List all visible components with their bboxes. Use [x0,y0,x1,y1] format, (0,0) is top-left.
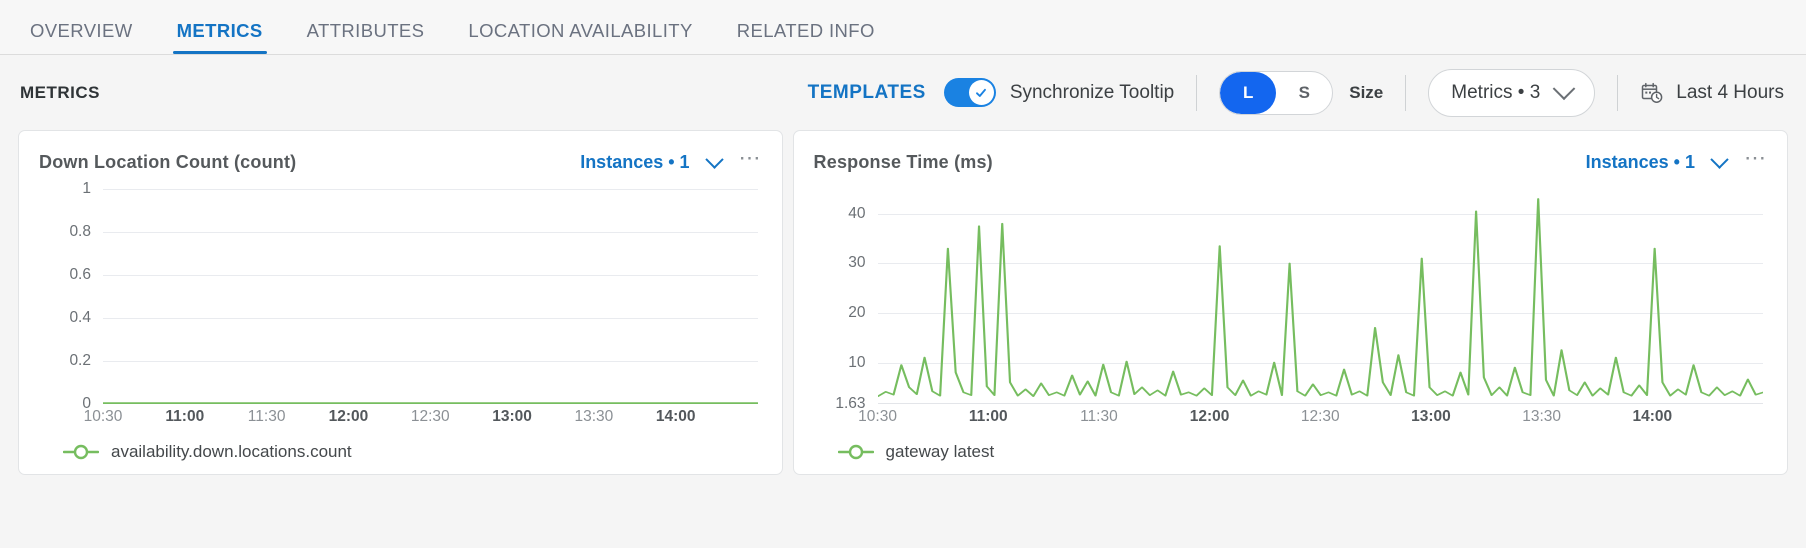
tab-label: RELATED INFO [736,19,875,41]
tab-label: ATTRIBUTES [306,19,425,41]
card-header: Down Location Count (count) Instances • … [39,147,762,175]
x-tick-label: 11:30 [247,408,286,425]
x-tick-label: 13:00 [1411,408,1451,425]
x-tick-label: 11:00 [165,408,205,425]
metrics-toolbar: METRICS TEMPLATES Synchronize Tooltip L … [0,55,1806,130]
card-header: Response Time (ms) Instances • 1 ⋯ [813,147,1767,175]
chart-svg-1 [103,402,758,404]
x-axis-labels-1: 10:30 11:00 11:30 12:00 12:30 13:00 13:30 14:00 [84,404,758,430]
x-tick-label: 10:30 [83,408,123,425]
tab-label: OVERVIEW [30,19,133,41]
x-tick-label: 12:00 [328,408,369,425]
chart-plot-area-1: 1 0.8 0.6 0.4 0.2 0 [39,180,762,412]
card-header-actions: Instances • 1 ⋯ [1586,147,1767,173]
legend-label: availability.down.locations.count [111,442,352,461]
metrics-page: OVERVIEW METRICS ATTRIBUTES LOCATION AVA… [0,0,1806,548]
y-tick-label: 0.8 [69,223,91,240]
toolbar-divider-1 [1196,74,1198,111]
line-circle-icon [837,444,874,460]
y-axis-labels-1: 1 0.8 0.6 0.4 0.2 0 [39,180,99,412]
page-title: METRICS [20,82,100,102]
chart-title: Down Location Count (count) [39,151,297,172]
x-tick-label: 10:30 [858,408,897,425]
tab-label: METRICS [176,19,263,41]
x-axis-labels-2: 10:30 11:00 11:30 12:00 12:30 13:00 13:30 14:00 [858,404,1763,430]
chevron-down-icon[interactable] [1710,149,1729,169]
chart-card-response-time: Response Time (ms) Instances • 1 ⋯ 40 30 2… [792,130,1788,475]
tab-related-info[interactable]: RELATED INFO [715,19,897,55]
toolbar-controls: TEMPLATES Synchronize Tooltip L S Size M… [808,68,1784,117]
instances-selector[interactable]: Instances • 1 [1586,152,1695,173]
tab-metrics[interactable]: METRICS [155,19,285,55]
size-option-large[interactable]: L [1220,71,1277,114]
x-tick-label: 13:00 [492,408,532,425]
y-tick-label: 0.6 [69,266,91,283]
tab-bar: OVERVIEW METRICS ATTRIBUTES LOCATION AVA… [0,0,1806,55]
y-tick-label: 0.2 [69,352,91,369]
x-tick-label: 14:00 [655,408,696,425]
chart-overflow-menu-button[interactable]: ⋯ [739,147,762,171]
chart-series-container-1 [103,189,758,404]
y-axis-labels-2: 40 30 20 10 1.63 [814,189,874,412]
tab-location-availability[interactable]: LOCATION AVAILABILITY [446,19,714,55]
time-range-label: Last 4 Hours [1676,81,1784,103]
y-tick-label: 30 [848,254,866,272]
chart-grid-2 [877,189,1763,404]
chart-svg-2 [877,198,1763,397]
tab-attributes[interactable]: ATTRIBUTES [285,19,447,55]
size-option-small[interactable]: S [1276,72,1332,114]
calendar-clock-icon [1642,82,1663,103]
toolbar-divider-3 [1617,74,1619,111]
legend-label: gateway latest [885,442,995,461]
tab-overview[interactable]: OVERVIEW [8,19,155,55]
size-caption: Size [1349,82,1384,102]
y-tick-label: 40 [848,204,866,222]
y-tick-label: 1 [82,180,91,197]
y-tick-label: 0.4 [69,309,91,326]
x-tick-label: 12:30 [410,408,450,425]
metrics-dropdown-label: Metrics • 3 [1451,81,1541,103]
y-tick-label: 20 [848,303,866,321]
x-tick-label: 11:00 [968,408,1008,425]
chart-grid-1 [103,189,758,404]
synchronize-tooltip-label: Synchronize Tooltip [1009,81,1175,103]
card-header-actions: Instances • 1 ⋯ [580,147,762,173]
instances-label: Instances • 1 [580,151,690,172]
toggle-knob [968,80,994,105]
size-segmented-control[interactable]: L S [1219,70,1334,115]
metrics-dropdown[interactable]: Metrics • 3 [1428,68,1596,117]
chart-card-down-location-count: Down Location Count (count) Instances • … [18,130,783,475]
chevron-down-icon[interactable] [704,149,724,169]
templates-button[interactable]: TEMPLATES [808,82,926,104]
toolbar-divider-2 [1405,74,1407,111]
x-tick-label: 12:00 [1189,408,1230,425]
x-tick-label: 12:30 [1300,408,1340,425]
x-tick-label: 11:30 [1080,408,1118,425]
chart-legend-2[interactable]: gateway latest [814,442,1767,462]
chart-legend-1[interactable]: availability.down.locations.count [39,442,762,462]
legend-marker-icon [837,444,874,460]
time-range-picker[interactable]: Last 4 Hours [1640,81,1784,105]
check-icon [976,88,987,97]
line-circle-icon [63,444,99,460]
chevron-down-icon [1552,76,1576,100]
legend-marker-icon [63,444,99,460]
instances-selector[interactable]: Instances • 1 [580,152,689,173]
x-tick-label: 13:30 [574,408,614,425]
x-tick-label: 14:00 [1632,408,1673,425]
synchronize-tooltip-toggle[interactable] [943,78,996,107]
x-tick-label: 13:30 [1522,408,1562,425]
chart-card-list: Down Location Count (count) Instances • … [0,130,1806,475]
y-tick-label: 10 [848,353,866,371]
chart-series-container-2 [877,189,1763,404]
chart-overflow-menu-button[interactable]: ⋯ [1744,147,1767,171]
chart-plot-area-2: 40 30 20 10 1.63 [814,189,1767,412]
chart-title: Response Time (ms) [813,151,993,172]
instances-label: Instances • 1 [1585,151,1695,172]
tab-label: LOCATION AVAILABILITY [468,19,693,41]
